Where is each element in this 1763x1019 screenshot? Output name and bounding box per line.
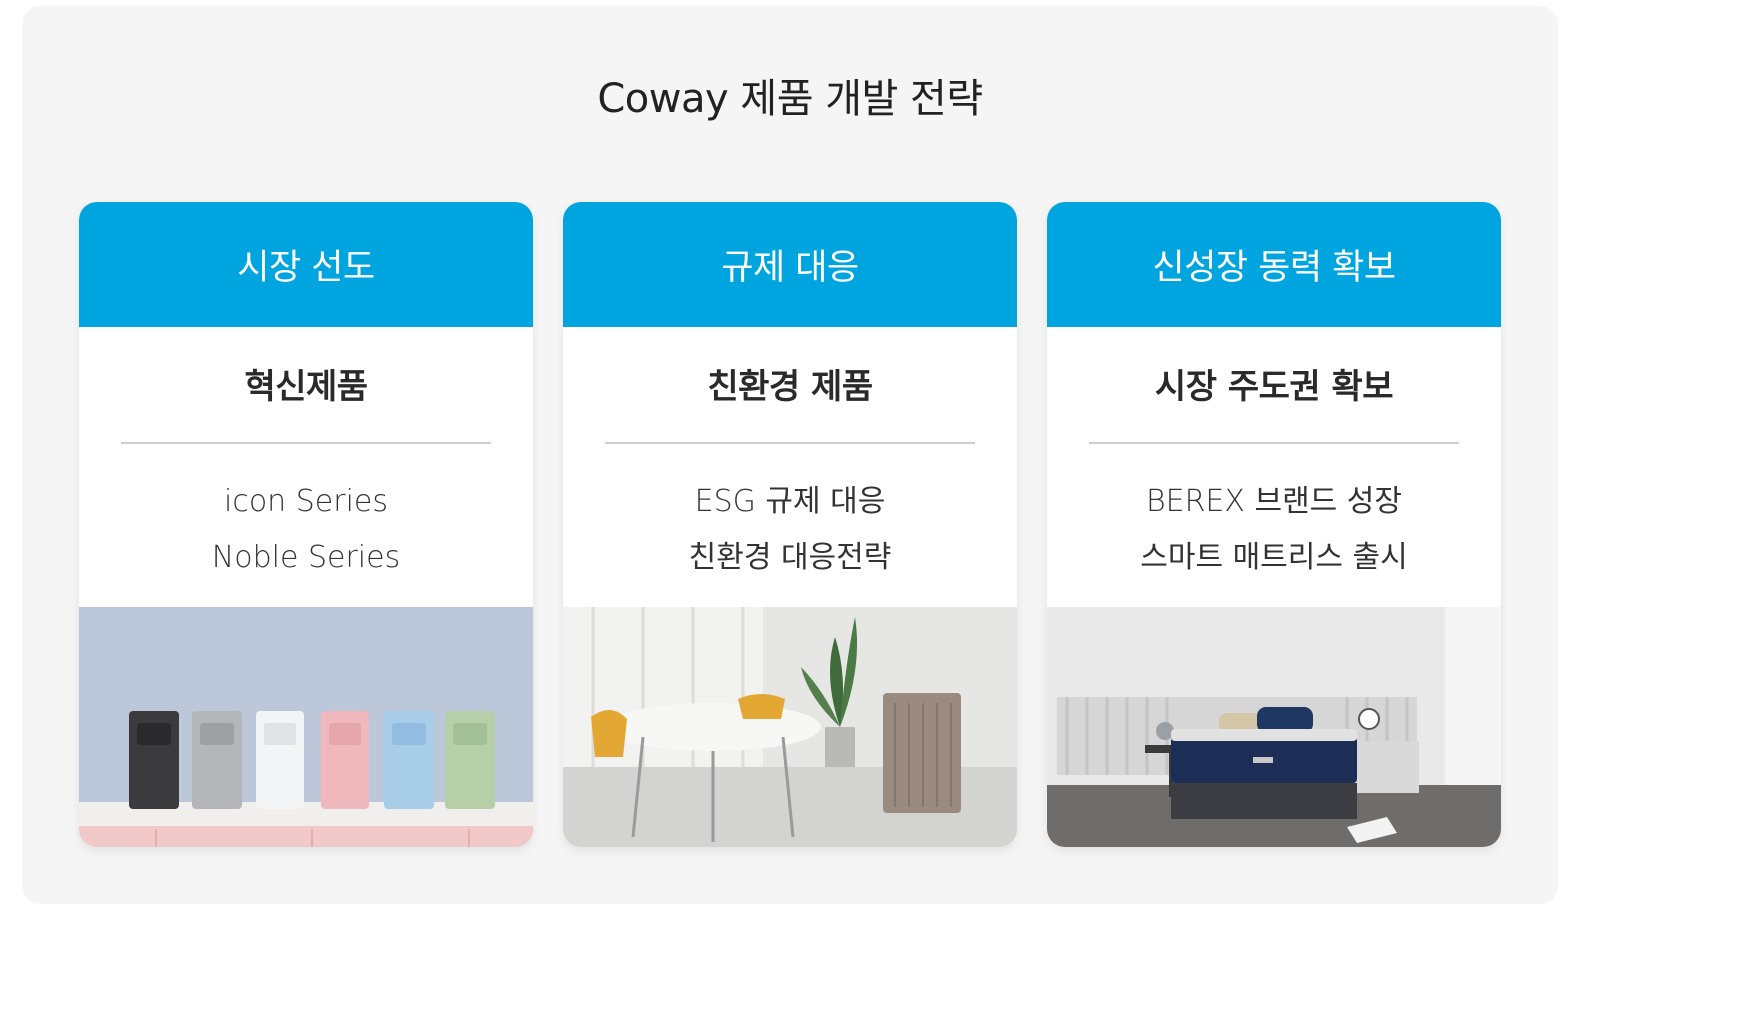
card-item: ESG 규제 대응 [694,484,886,519]
card-header: 규제 대응 [563,202,1017,327]
strategy-panel: Coway 제품 개발 전략 시장 선도 혁신제품 icon Series No… [22,6,1558,904]
card-item: 스마트 매트리스 출시 [1140,540,1408,575]
card-item-list: icon Series Noble Series [79,474,533,586]
water-purifier-lineup-photo [79,607,533,847]
air-purifier-dining-room-photo [563,607,1017,847]
card-market-leadership: 시장 선도 혁신제품 icon Series Noble Series [79,202,533,847]
card-item: 친환경 대응전략 [688,540,892,575]
card-divider [1089,442,1459,444]
mattress-bedroom-photo [1047,607,1501,847]
card-subtitle: 친환경 제품 [707,367,873,407]
card-new-growth: 신성장 동력 확보 시장 주도권 확보 BEREX 브랜드 성장 스마트 매트리… [1047,202,1501,847]
card-header: 시장 선도 [79,202,533,327]
page-title: Coway 제품 개발 전략 [597,76,983,122]
card-item: icon Series [224,484,388,519]
card-divider [121,442,491,444]
card-item: Noble Series [211,540,401,575]
card-regulation-response: 규제 대응 친환경 제품 ESG 규제 대응 친환경 대응전략 [563,202,1017,847]
card-item-list: BEREX 브랜드 성장 스마트 매트리스 출시 [1047,474,1501,586]
card-subtitle: 시장 주도권 확보 [1154,367,1394,407]
card-subtitle: 혁신제품 [244,367,368,407]
card-divider [605,442,975,444]
card-item-list: ESG 규제 대응 친환경 대응전략 [563,474,1017,586]
card-item: BEREX 브랜드 성장 [1145,484,1403,519]
card-header: 신성장 동력 확보 [1047,202,1501,327]
